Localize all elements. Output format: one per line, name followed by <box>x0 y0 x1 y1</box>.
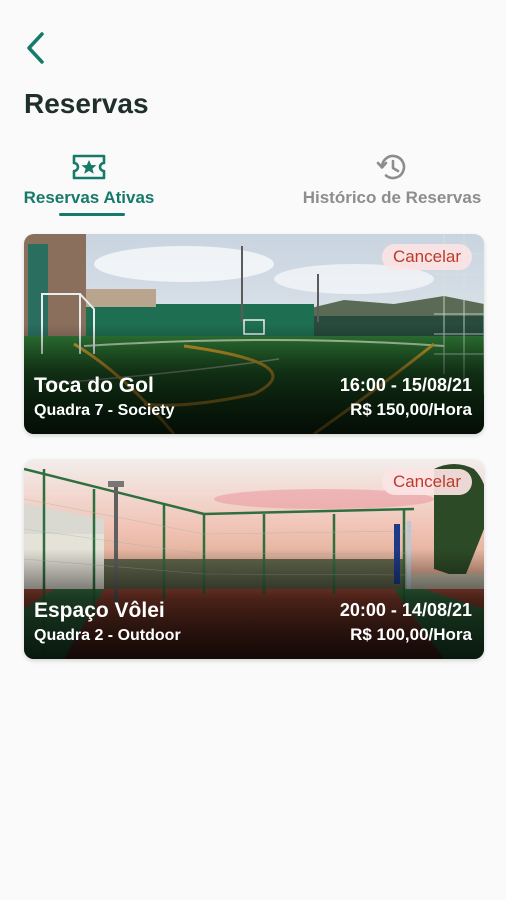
court-name: Quadra 7 - Society <box>34 402 175 419</box>
reservation-datetime: 20:00 - 14/08/21 <box>339 600 472 620</box>
ticket-star-icon <box>71 150 107 184</box>
court-name: Quadra 2 - Outdoor <box>34 627 181 644</box>
reservation-datetime: 16:00 - 15/08/21 <box>339 375 472 395</box>
tab-active-reservations[interactable]: Reservas Ativas <box>18 150 160 220</box>
reservation-card[interactable]: Cancelar Toca do Gol Quadra 7 - Society … <box>24 234 484 434</box>
chevron-left-icon <box>24 30 48 71</box>
cancel-button[interactable]: Cancelar <box>381 469 472 495</box>
venue-name: Espaço Vôlei <box>34 599 165 622</box>
reservation-price: R$ 150,00/Hora <box>350 400 472 419</box>
tab-history-label: Histórico de Reservas <box>302 188 482 207</box>
back-button[interactable] <box>16 30 56 70</box>
page-title: Reservas <box>24 88 149 119</box>
tab-active-label: Reservas Ativas <box>23 188 155 207</box>
history-icon <box>375 150 409 184</box>
tab-reservation-history[interactable]: Histórico de Reservas <box>296 150 488 220</box>
reservation-price: R$ 100,00/Hora <box>350 625 472 644</box>
reservation-card[interactable]: Cancelar Espaço Vôlei Quadra 2 - Outdoor… <box>24 459 484 659</box>
venue-name: Toca do Gol <box>34 374 154 397</box>
active-tab-indicator <box>59 213 125 216</box>
cancel-button[interactable]: Cancelar <box>381 244 472 270</box>
